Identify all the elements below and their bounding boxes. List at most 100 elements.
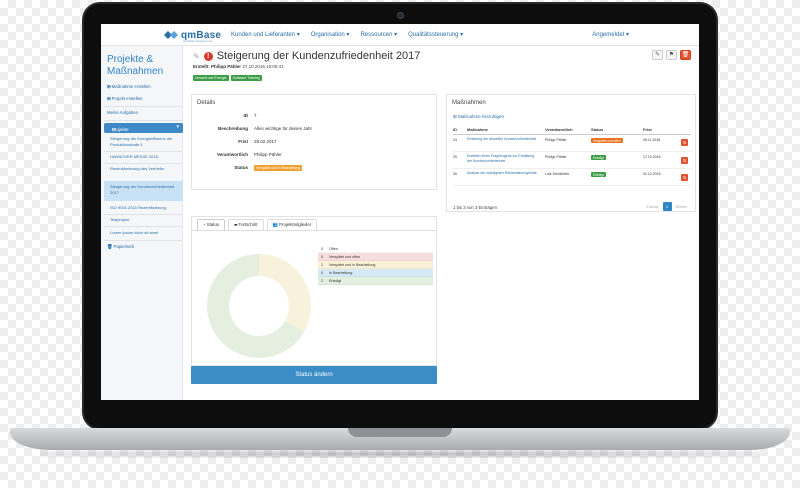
trash-icon: 🗑 [681,52,690,58]
page-title: Steigerung der Kundenzufriedenheit 2017 [216,50,421,62]
cell-id: 26 [453,172,457,176]
delete-row-button[interactable]: ⇅ [681,174,688,181]
laptop-notch [348,428,452,437]
tab-projektmitglieder[interactable]: 👥 Projektmitglieder [266,219,318,230]
sidebar-item-papierkorb[interactable]: 🗑Papierkorb [107,244,134,250]
status-tabs: ◔ Status ▰ Fortschritt 👥 Projektmitglied… [197,219,318,230]
cell-due: 31.12.2016 [643,172,661,176]
sidebar-item-label: Projekt erstellen [111,96,143,101]
delete-button[interactable]: 🗑 [680,50,691,60]
legend-item: 1 Verspätet und in Bearbeitung [318,261,433,269]
next-page-button[interactable]: Weiter [676,204,687,209]
title-actions: ✎ ⚑ 🗑 [652,50,691,60]
legend-label: Erledigt [329,279,342,283]
detail-key: Beschreibung [217,126,248,131]
project-link[interactable]: Steigerung der Energieeffizienz der Prod… [110,136,180,148]
table-header: ID Maßnahme Verantwortlich Status Frist [453,127,691,135]
sidebar-title: Projekte & Maßnahmen [107,54,164,77]
column-header[interactable]: Frist [643,127,652,132]
sidebar-item-meine-aufgaben[interactable]: Meine Aufgaben [107,110,138,115]
user-menu[interactable]: Angemeldet ▾ [592,31,629,38]
sidebar-item-projekt-erstellen[interactable]: ⊞Projekt erstellen [107,96,142,102]
divider [192,230,436,231]
camera-icon [397,12,404,19]
plus-square-icon: ⊞ [107,96,111,101]
status-legend: 0 Offen 0 Verspätet und offen 1 Verspätet und… [318,245,433,285]
app-screen: qmBase Qualitätsmanagement Kunden und Li… [101,24,699,400]
sidebar-item-label: Meine Aufgaben [107,110,139,115]
legend-item: 2 Erledigt [318,277,433,285]
nav-ressourcen[interactable]: Ressourcen ▾ [360,31,397,38]
cell-owner: Philipp Pähler [545,155,567,159]
details-panel: Details ID 7 Beschreibung Alles wichtige f… [191,94,437,190]
table-info: 1 bis 3 von 3 Einträgen [453,205,497,210]
nav-kunden-lieferanten[interactable]: Kunden und Lieferanten ▾ [231,31,300,38]
project-link[interactable]: ISO 9001:2015 Rezertifizierung [110,205,180,211]
legend-item: 0 Offen [318,245,433,253]
add-massnahme-link[interactable]: ⊞ Maßnahme hinzufügen [453,114,504,120]
divider [104,106,183,107]
column-header[interactable]: Maßnahme [467,127,488,132]
chevron-down-icon: ▾ [176,124,179,130]
tag-list: Umwelt und Energie Software Training [193,75,262,81]
cell-id: 25 [453,155,457,159]
status-aendern-button[interactable]: Status ändern [191,366,437,384]
cell-id: 24 [453,138,457,142]
detail-value: Philipp Pähler [254,152,282,157]
table-row[interactable]: 25 Erstellen eines Fragebogens zur Ermit… [453,153,691,169]
legend-count: 0 [321,271,323,275]
sidebar-item-massnahme-erstellen[interactable]: ⊞Maßnahme erstellen [107,84,151,90]
tag-icon: ⚑ [668,52,675,58]
divider [104,240,183,241]
detail-value: 28.02.2017 [254,139,277,144]
divider [104,120,183,121]
tag-button[interactable]: ⚑ [666,50,677,60]
delete-row-button[interactable]: ⇅ [681,157,688,164]
massnahmen-header: Maßnahmen [452,100,486,106]
pencil-icon: ✎ [654,52,661,58]
project-link[interactable]: Testprojekt [110,217,180,223]
project-link-active[interactable]: Steigerung der Kundenzufriedenheit 2017 [110,184,180,196]
sidebar-item-projekte[interactable]: ⊟ Projekte ▾ [104,123,183,133]
cell-due: 05.11.2016 [643,138,661,142]
delete-row-button[interactable]: ⇅ [681,139,688,146]
current-page-button[interactable]: 1 [662,202,672,211]
legend-count: 0 [321,247,323,251]
column-header[interactable]: Status [591,127,603,132]
status-badge: Erledigt [591,155,606,160]
plus-square-icon: ⊞ [107,84,111,89]
tab-status[interactable]: ◔ Status [197,219,225,230]
cell-title-link[interactable]: Erstellen eines Fragebogens zur Ermittlu… [467,154,537,164]
page-title-row: ✎ ! Steigerung der Kundenzufriedenheit 2… [193,50,420,62]
cell-title-link[interactable]: Erhebung der aktuellen Kundenzufriedenhe… [467,137,537,142]
sidebar: Projekte & Maßnahmen ⊞Maßnahme erstellen… [101,46,183,400]
prev-page-button[interactable]: Zurück [646,204,658,209]
divider [104,214,183,215]
pagination: Zurück 1 Weiter [646,202,687,211]
logo-subtitle: Qualitätsmanagement [183,39,213,43]
project-link[interactable]: Lorem ipsum dolor sit amet [110,230,180,236]
detail-key: Frist [238,139,248,144]
created-by: Philipp Pähler [211,64,242,69]
status-badge: Verspätet und in Bearbeitung [254,165,302,171]
column-header[interactable]: Verantwortlich [545,127,573,132]
top-navbar: qmBase Qualitätsmanagement Kunden und Li… [101,24,699,46]
details-header: Details [197,100,216,106]
cell-title-link[interactable]: Analyse der wichtigsten Reklamationsgrün… [467,171,537,176]
created-info: Erstellt: Philipp Pähler 27.10.2016 10:0… [193,64,284,69]
project-link[interactable]: Restrukturierung des Vertriebs [110,166,180,172]
column-header[interactable]: ID [453,127,457,132]
edit-button[interactable]: ✎ [652,50,663,60]
nav-organisation[interactable]: Organisation ▾ [311,31,350,38]
table-row[interactable]: 26 Analyse der wichtigsten Reklamationsg… [453,170,691,186]
table-row[interactable]: 24 Erhebung der aktuellen Kundenzufriede… [453,136,691,152]
pin-icon[interactable]: ✎ [193,52,200,61]
cell-owner: Philipp Pähler [545,138,567,142]
tab-fortschritt[interactable]: ▰ Fortschritt [227,219,264,230]
status-panel: ◔ Status ▰ Fortschritt 👥 Projektmitglied… [191,216,437,366]
project-link[interactable]: HANNOVER MESSE 2018 [110,154,180,160]
status-badge: Erledigt [591,172,606,177]
nav-qualitaetssteuerung[interactable]: Qualitätssteuerung ▾ [408,31,463,38]
created-label: Erstellt: [193,64,210,69]
massnahmen-panel: Maßnahmen ⊞ Maßnahme hinzufügen ID Maßna… [446,94,696,212]
